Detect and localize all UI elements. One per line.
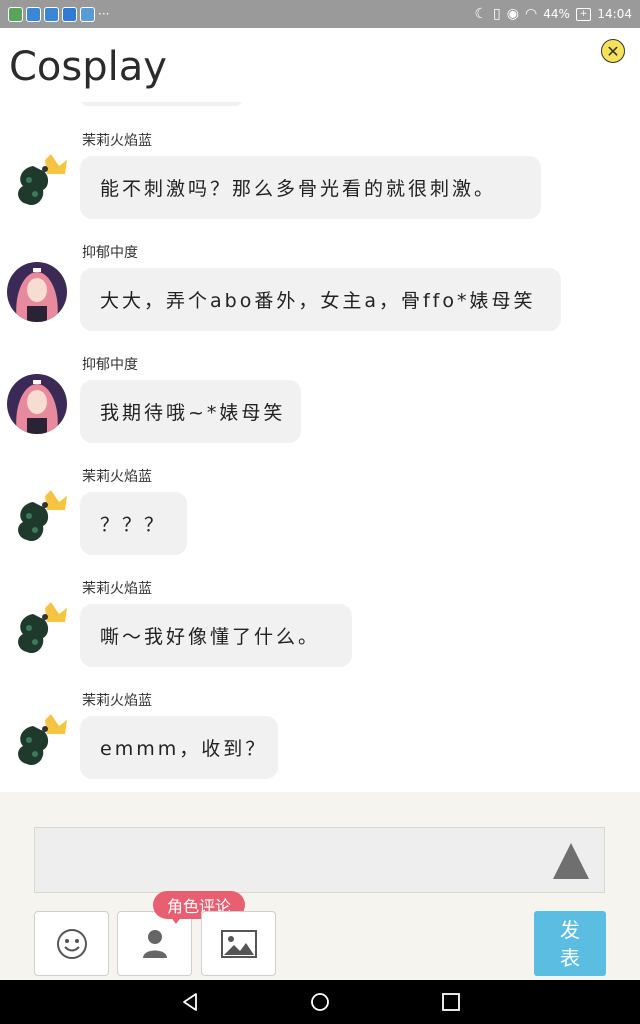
close-button[interactable]: ✕ xyxy=(601,39,625,63)
pink-hair-girl-avatar-icon xyxy=(7,262,67,322)
message-item: 茉莉火焰蓝 能不刺激吗？那么多骨光看的就很刺激。 xyxy=(0,130,640,240)
app-notification-icon xyxy=(44,6,59,22)
dark-character-avatar-icon xyxy=(7,710,67,770)
avatar[interactable] xyxy=(7,486,67,546)
message-username: 茉莉火焰蓝 xyxy=(82,133,152,149)
avatar[interactable] xyxy=(7,598,67,658)
back-icon[interactable] xyxy=(180,992,200,1012)
avatar[interactable] xyxy=(7,710,67,770)
message-bubble: 能不刺激吗？那么多骨光看的就很刺激。 xyxy=(80,156,541,219)
header: Cosplay ✕ xyxy=(0,28,640,102)
battery-icon: + xyxy=(575,7,592,21)
image-button[interactable] xyxy=(201,911,276,976)
clock: 14:04 xyxy=(597,7,632,21)
navigation-bar xyxy=(0,980,640,1024)
avatar[interactable] xyxy=(7,150,67,210)
expand-input-arrow-icon[interactable] xyxy=(553,843,589,879)
smiley-icon xyxy=(56,928,87,959)
message-item: 茉莉火焰蓝 嘶～我好像懂了什么。 xyxy=(0,578,640,688)
chat-list[interactable]: 茉莉火焰蓝 能不刺激吗？那么多骨光看的就很刺激。 抑郁中度 大大，弄个abo番外… xyxy=(0,102,640,792)
more-notifications-icon: ··· xyxy=(98,7,110,21)
message-item: 抑郁中度 大大，弄个abo番外，女主a，骨ffo*婊母笑 xyxy=(0,242,640,352)
message-username: 茉莉火焰蓝 xyxy=(82,581,152,597)
person-icon xyxy=(142,929,167,958)
message-username: 茉莉火焰蓝 xyxy=(82,469,152,485)
page-title: Cosplay xyxy=(9,44,167,90)
message-bubble: emmm，收到？ xyxy=(80,716,278,779)
recents-icon[interactable] xyxy=(441,992,461,1012)
role-comment-tag-tail xyxy=(170,916,182,924)
battery-percent: 44% xyxy=(543,7,570,21)
dark-character-avatar-icon xyxy=(7,150,67,210)
composer: 角色评论 发 表 xyxy=(0,792,640,980)
comment-input[interactable] xyxy=(34,827,605,893)
emoji-button[interactable] xyxy=(34,911,109,976)
close-icon: ✕ xyxy=(606,41,620,61)
home-icon[interactable] xyxy=(310,992,330,1012)
previous-message-bubble xyxy=(80,102,243,106)
eye-icon: ◉ xyxy=(506,6,519,22)
app-notification-icon xyxy=(8,6,23,22)
message-username: 抑郁中度 xyxy=(82,357,138,373)
app-notification-icon xyxy=(80,6,95,22)
avatar[interactable] xyxy=(7,374,67,434)
image-icon xyxy=(220,929,257,958)
publish-label-line1: 发 xyxy=(560,917,580,942)
dark-character-avatar-icon xyxy=(7,486,67,546)
publish-label-line2: 表 xyxy=(560,945,580,970)
system-status: ☾ ▯ ◉ ◠ 44% + 14:04 xyxy=(474,7,632,21)
message-bubble: 我期待哦~*婊母笑 xyxy=(80,380,301,443)
message-username: 抑郁中度 xyxy=(82,245,138,261)
wifi-icon: ◠ xyxy=(524,6,538,22)
telegram-notification-icon xyxy=(26,6,41,22)
moon-icon: ☾ xyxy=(474,6,488,22)
publish-button[interactable]: 发 表 xyxy=(534,911,606,976)
app-notification-icon xyxy=(62,6,77,22)
status-bar: ··· ☾ ▯ ◉ ◠ 44% + 14:04 xyxy=(0,0,640,28)
message-item: 茉莉火焰蓝 ？？？ xyxy=(0,466,640,576)
dark-character-avatar-icon xyxy=(7,598,67,658)
message-bubble: 大大，弄个abo番外，女主a，骨ffo*婊母笑 xyxy=(80,268,561,331)
notification-icons: ··· xyxy=(8,6,110,22)
avatar[interactable] xyxy=(7,262,67,322)
message-username: 茉莉火焰蓝 xyxy=(82,693,152,709)
message-item: 茉莉火焰蓝 emmm，收到？ xyxy=(0,690,640,792)
vibrate-icon: ▯ xyxy=(493,6,501,22)
pink-hair-girl-avatar-icon xyxy=(7,374,67,434)
message-bubble: 嘶～我好像懂了什么。 xyxy=(80,604,352,667)
message-item: 抑郁中度 我期待哦~*婊母笑 xyxy=(0,354,640,464)
message-bubble: ？？？ xyxy=(80,492,187,555)
